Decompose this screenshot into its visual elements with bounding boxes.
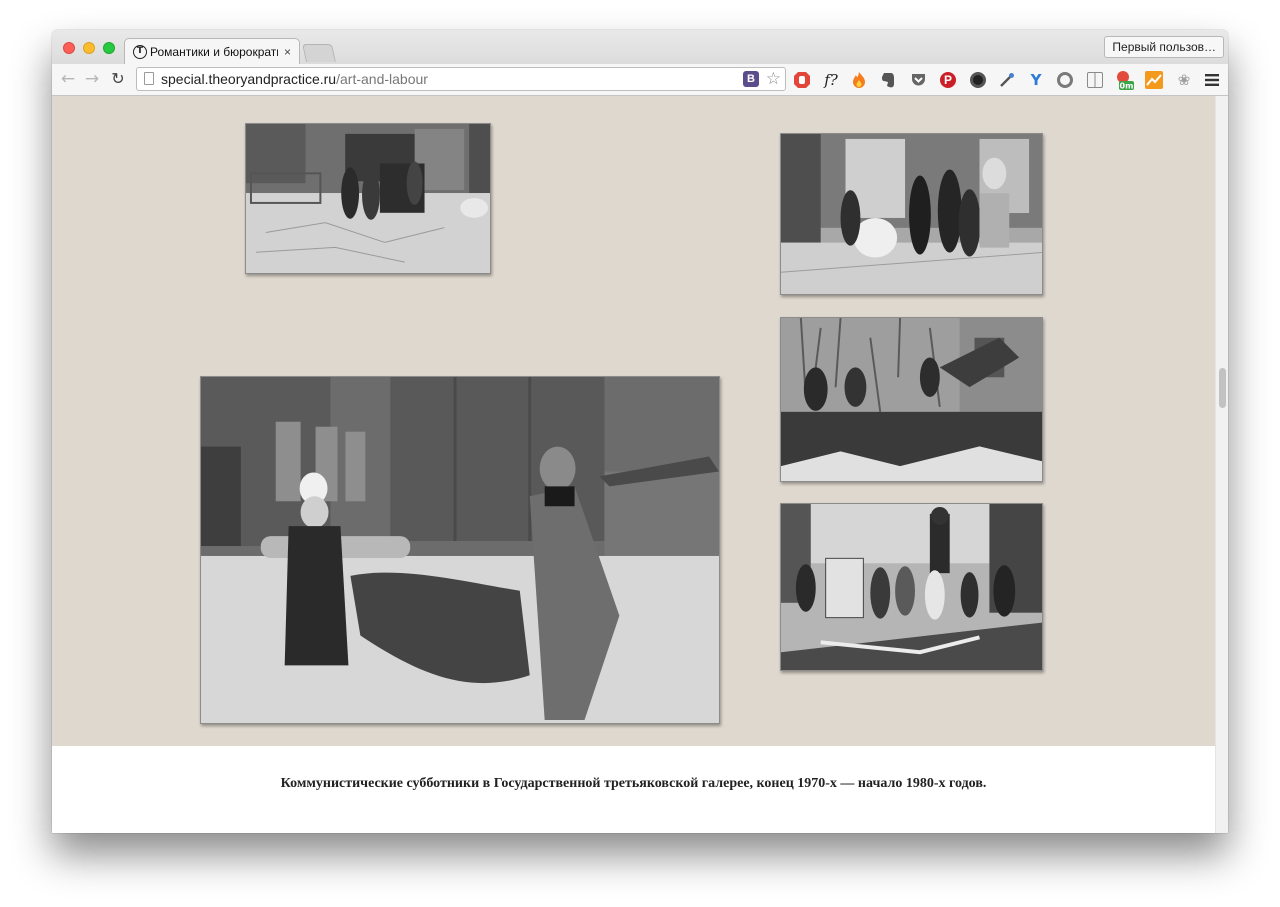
tab-active[interactable]: T Романтики и бюрократы: × bbox=[124, 38, 300, 64]
photo-digging-in-garden[interactable] bbox=[780, 317, 1043, 482]
eyedropper-icon[interactable] bbox=[997, 70, 1017, 90]
ring-icon[interactable] bbox=[1055, 70, 1075, 90]
browser-window: T Романтики и бюрократы: × Первый пользо… bbox=[52, 30, 1228, 833]
gallery-caption: Коммунистические субботники в Государств… bbox=[280, 776, 987, 791]
menu-icon[interactable] bbox=[1202, 70, 1222, 90]
tab-close-icon[interactable]: × bbox=[284, 45, 291, 59]
forward-arrow-icon[interactable]: → bbox=[82, 69, 102, 89]
profile-button[interactable]: Первый пользов… bbox=[1104, 36, 1224, 58]
weather-badge-text: 0m bbox=[1120, 82, 1134, 91]
y-icon[interactable]: Y bbox=[1026, 70, 1046, 90]
photo-gallery bbox=[52, 96, 1215, 746]
pinterest-icon[interactable]: P bbox=[938, 70, 958, 90]
weather-icon[interactable]: 0m bbox=[1115, 70, 1135, 90]
url-path: /art-and-labour bbox=[336, 71, 428, 87]
page-icon bbox=[144, 72, 154, 85]
adblock-icon[interactable] bbox=[792, 70, 812, 90]
flame-icon[interactable] bbox=[849, 70, 869, 90]
vk-share-icon[interactable]: B bbox=[743, 71, 759, 87]
evernote-icon[interactable] bbox=[878, 70, 898, 90]
pocket-icon[interactable] bbox=[908, 70, 928, 90]
paw-icon[interactable]: ❀ bbox=[1174, 70, 1194, 90]
url-host: special.theoryandpractice.ru bbox=[161, 71, 337, 87]
zoom-window-button[interactable] bbox=[103, 42, 115, 54]
page-content: Коммунистические субботники в Государств… bbox=[52, 96, 1228, 833]
new-tab-button[interactable] bbox=[302, 44, 336, 62]
photo-moving-sculpture-indoors[interactable] bbox=[780, 133, 1043, 295]
reader-icon[interactable] bbox=[1085, 70, 1105, 90]
tab-strip: T Романтики и бюрократы: × Первый пользо… bbox=[52, 30, 1228, 64]
minimize-window-button[interactable] bbox=[83, 42, 95, 54]
analytics-icon[interactable] bbox=[1144, 70, 1164, 90]
photo-workers-pushing-cart[interactable] bbox=[245, 123, 491, 274]
scrollbar-thumb[interactable] bbox=[1219, 368, 1226, 408]
site-favicon-icon: T bbox=[133, 44, 147, 59]
back-arrow-icon[interactable]: ← bbox=[58, 69, 78, 89]
reload-icon[interactable]: ↻ bbox=[108, 69, 128, 89]
close-window-button[interactable] bbox=[63, 42, 75, 54]
tab-title: Романтики и бюрократы: bbox=[150, 44, 278, 59]
camera-lens-icon[interactable] bbox=[968, 70, 988, 90]
bookmark-star-icon[interactable]: ☆ bbox=[766, 69, 781, 89]
window-controls bbox=[63, 42, 115, 54]
address-bar[interactable]: special.theoryandpractice.ru/art-and-lab… bbox=[136, 67, 786, 91]
toolbar: ← → ↻ special.theoryandpractice.ru/art-a… bbox=[52, 64, 1228, 96]
photo-carrying-tarp[interactable] bbox=[200, 376, 720, 724]
vertical-scrollbar[interactable] bbox=[1215, 96, 1228, 833]
fact-check-icon[interactable]: f? bbox=[821, 70, 841, 90]
url-text: special.theoryandpractice.ru/art-and-lab… bbox=[161, 71, 428, 87]
photo-cleaning-snow-near-statue[interactable] bbox=[780, 503, 1043, 671]
